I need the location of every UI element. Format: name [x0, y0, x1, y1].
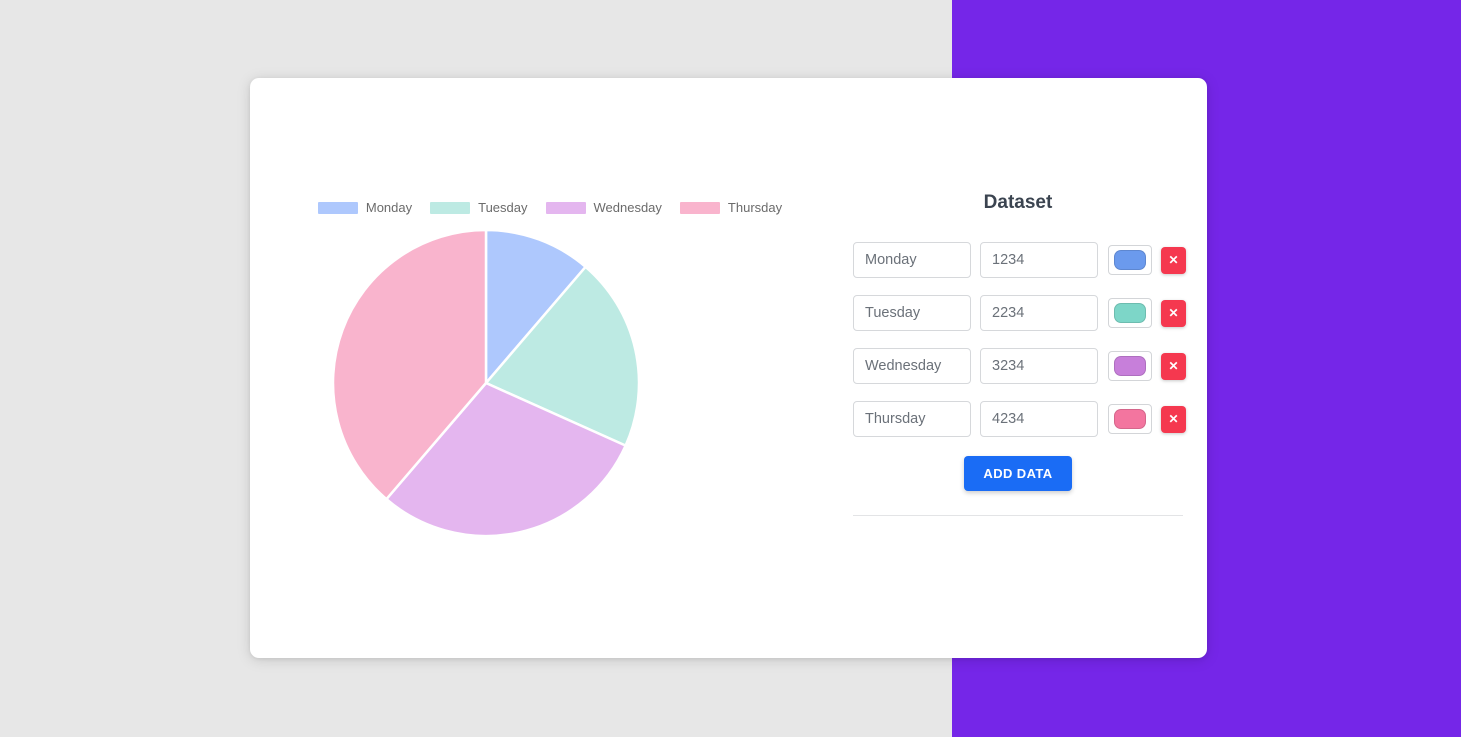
legend-item[interactable]: Thursday	[679, 200, 783, 215]
legend-swatch-icon	[545, 201, 586, 214]
color-swatch-icon	[1114, 303, 1146, 323]
delete-row-button[interactable]: ✕	[1161, 246, 1186, 274]
dataset-color-picker[interactable]	[1108, 351, 1152, 381]
dataset-color-picker[interactable]	[1108, 404, 1152, 434]
table-row: ✕	[853, 242, 1187, 278]
legend-label: Thursday	[727, 200, 783, 215]
legend-label: Wednesday	[593, 200, 662, 215]
dataset-divider	[853, 515, 1183, 516]
pie-chart-svg[interactable]	[332, 226, 640, 541]
dataset-value-input[interactable]	[980, 242, 1098, 278]
color-swatch-icon	[1114, 250, 1146, 270]
dataset-value-input[interactable]	[980, 401, 1098, 437]
chart-panel: Monday Tuesday Wednesday Thursday	[250, 78, 850, 658]
table-row: ✕	[853, 401, 1187, 437]
legend-swatch-icon	[430, 201, 471, 214]
dataset-label-input[interactable]	[853, 242, 971, 278]
dataset-value-input[interactable]	[980, 295, 1098, 331]
table-row: ✕	[853, 295, 1187, 331]
chart-legend: Monday Tuesday Wednesday Thursday	[270, 200, 830, 215]
dataset-panel: Dataset ✕ ✕	[853, 78, 1207, 658]
dataset-value-input[interactable]	[980, 348, 1098, 384]
legend-label: Tuesday	[478, 200, 528, 215]
dataset-title: Dataset	[983, 192, 1053, 213]
add-data-button[interactable]: ADD DATA	[964, 456, 1072, 491]
delete-row-button[interactable]: ✕	[1161, 352, 1186, 380]
delete-row-button[interactable]: ✕	[1161, 405, 1186, 433]
legend-item[interactable]: Tuesday	[430, 200, 528, 215]
legend-item[interactable]: Wednesday	[545, 200, 662, 215]
legend-swatch-icon	[317, 201, 358, 214]
legend-swatch-icon	[679, 201, 720, 214]
color-swatch-icon	[1114, 356, 1146, 376]
dataset-label-input[interactable]	[853, 401, 971, 437]
table-row: ✕	[853, 348, 1187, 384]
legend-label: Monday	[365, 200, 413, 215]
app-card: Monday Tuesday Wednesday Thursday Datase…	[250, 78, 1207, 658]
dataset-label-input[interactable]	[853, 348, 971, 384]
dataset-color-picker[interactable]	[1108, 298, 1152, 328]
legend-item[interactable]: Monday	[317, 200, 413, 215]
dataset-label-input[interactable]	[853, 295, 971, 331]
color-swatch-icon	[1114, 409, 1146, 429]
dataset-color-picker[interactable]	[1108, 245, 1152, 275]
delete-row-button[interactable]: ✕	[1161, 299, 1186, 327]
pie-chart[interactable]	[332, 226, 640, 541]
dataset-rows-list: ✕ ✕ ✕	[853, 242, 1187, 454]
